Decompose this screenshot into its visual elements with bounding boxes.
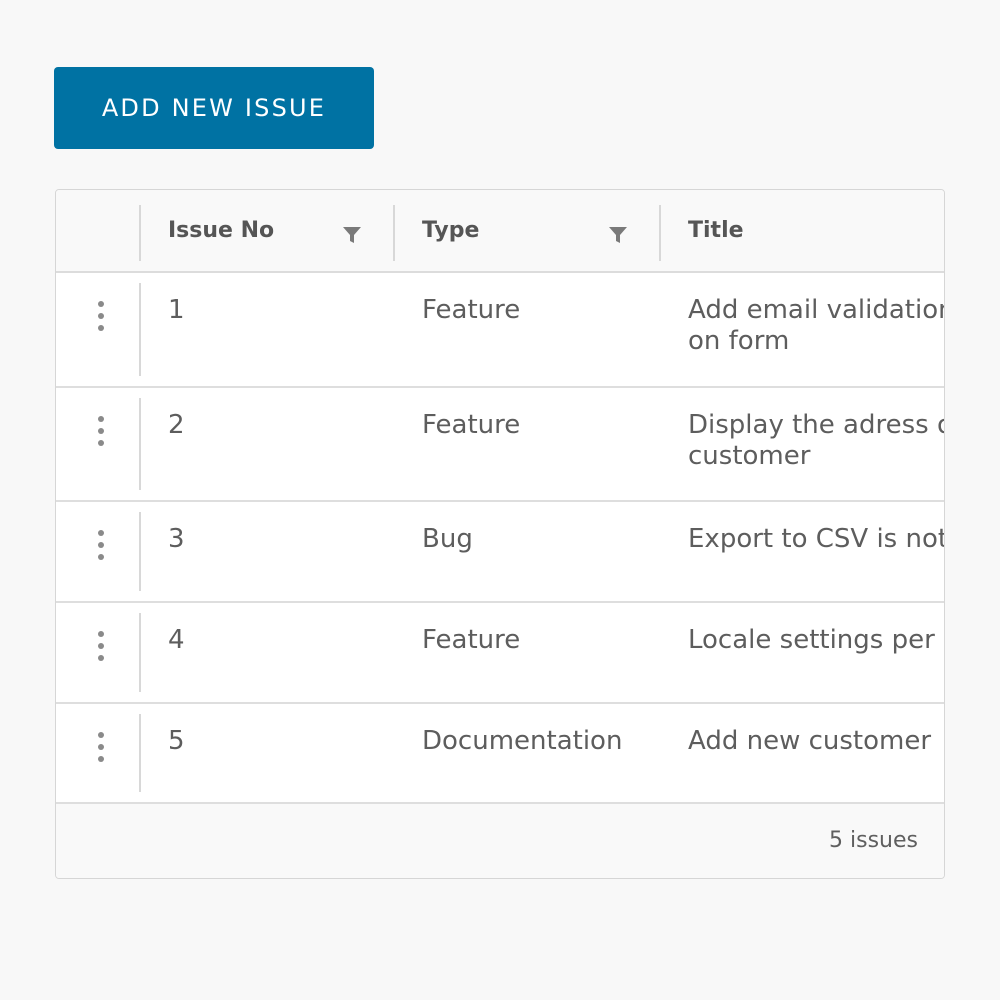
column-separator — [139, 205, 141, 261]
issues-datagrid: Issue No Type Title 1 Feature Add email … — [55, 189, 945, 879]
grid-footer: 5 issues — [56, 804, 944, 878]
cell-type: Bug — [422, 524, 473, 554]
column-separator — [139, 398, 141, 490]
column-resize-handle[interactable] — [393, 205, 395, 261]
filter-icon[interactable] — [608, 225, 628, 245]
issue-count: 5 issues — [829, 828, 918, 853]
cell-type: Feature — [422, 410, 521, 440]
page: ADD NEW ISSUE Issue No Type Title 1 Feat… — [0, 0, 1000, 1000]
column-separator — [139, 613, 141, 692]
cell-title: Add new customer — [688, 726, 932, 756]
kebab-menu-icon[interactable] — [90, 728, 112, 768]
cell-issue-no: 2 — [168, 410, 185, 440]
cell-title: Locale settings per user — [688, 625, 944, 655]
column-separator — [139, 283, 141, 376]
column-header-issue-no[interactable]: Issue No — [168, 190, 274, 271]
kebab-menu-icon[interactable] — [90, 297, 112, 337]
table-row: 1 Feature Add email validation on form — [56, 273, 944, 388]
cell-type: Documentation — [422, 726, 623, 756]
cell-issue-no: 3 — [168, 524, 185, 554]
cell-type: Feature — [422, 295, 521, 325]
column-separator — [139, 714, 141, 792]
table-row: 2 Feature Display the adress of customer — [56, 388, 944, 502]
column-separator — [139, 512, 141, 591]
cell-issue-no: 1 — [168, 295, 185, 325]
cell-issue-no: 5 — [168, 726, 185, 756]
cell-title: Display the adress of customer — [688, 410, 945, 471]
table-row: 3 Bug Export to CSV is not working — [56, 502, 944, 603]
table-row: 5 Documentation Add new customer — [56, 704, 944, 804]
filter-icon[interactable] — [342, 225, 362, 245]
add-new-issue-button[interactable]: ADD NEW ISSUE — [54, 67, 374, 149]
column-header-type[interactable]: Type — [422, 190, 479, 271]
column-header-title[interactable]: Title — [688, 190, 744, 271]
kebab-menu-icon[interactable] — [90, 526, 112, 566]
cell-title: Add email validation on form — [688, 295, 945, 356]
cell-issue-no: 4 — [168, 625, 185, 655]
grid-header: Issue No Type Title — [56, 190, 944, 273]
kebab-menu-icon[interactable] — [90, 627, 112, 667]
table-row: 4 Feature Locale settings per user — [56, 603, 944, 704]
column-resize-handle[interactable] — [659, 205, 661, 261]
cell-type: Feature — [422, 625, 521, 655]
kebab-menu-icon[interactable] — [90, 412, 112, 452]
cell-title: Export to CSV is not working — [688, 524, 945, 554]
